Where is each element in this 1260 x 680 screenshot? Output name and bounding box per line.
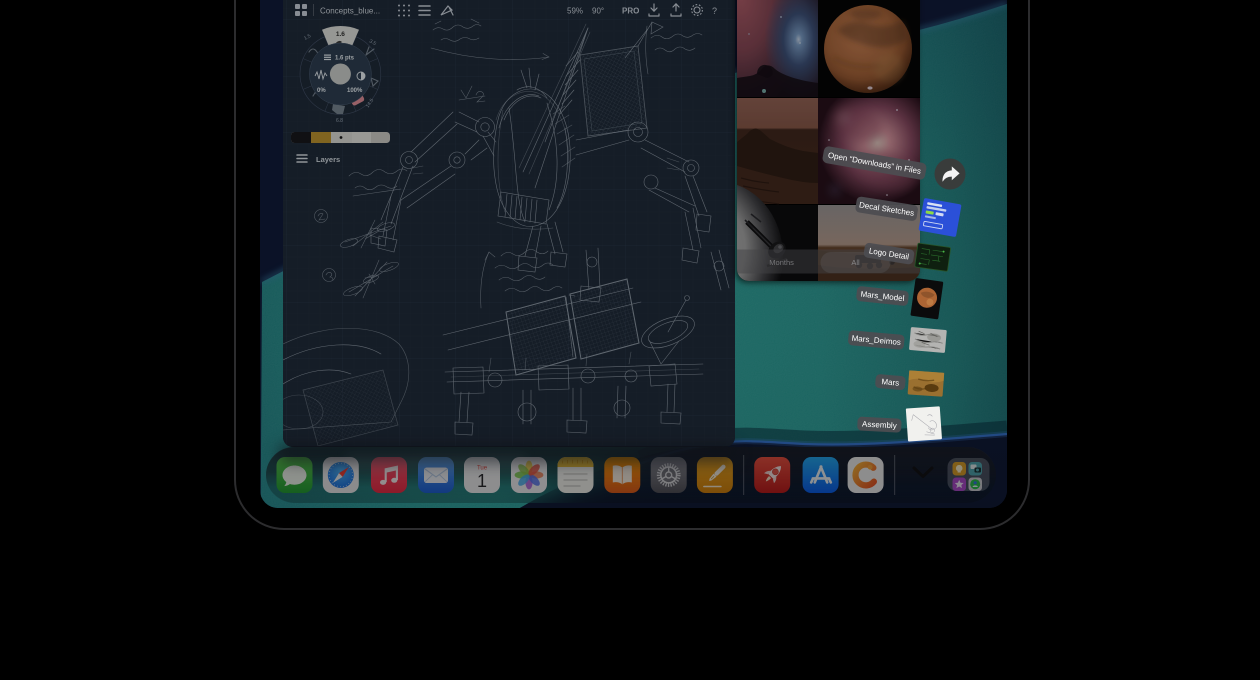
svg-text:Mars: Mars bbox=[881, 377, 899, 388]
svg-text:Assembly: Assembly bbox=[862, 419, 897, 430]
